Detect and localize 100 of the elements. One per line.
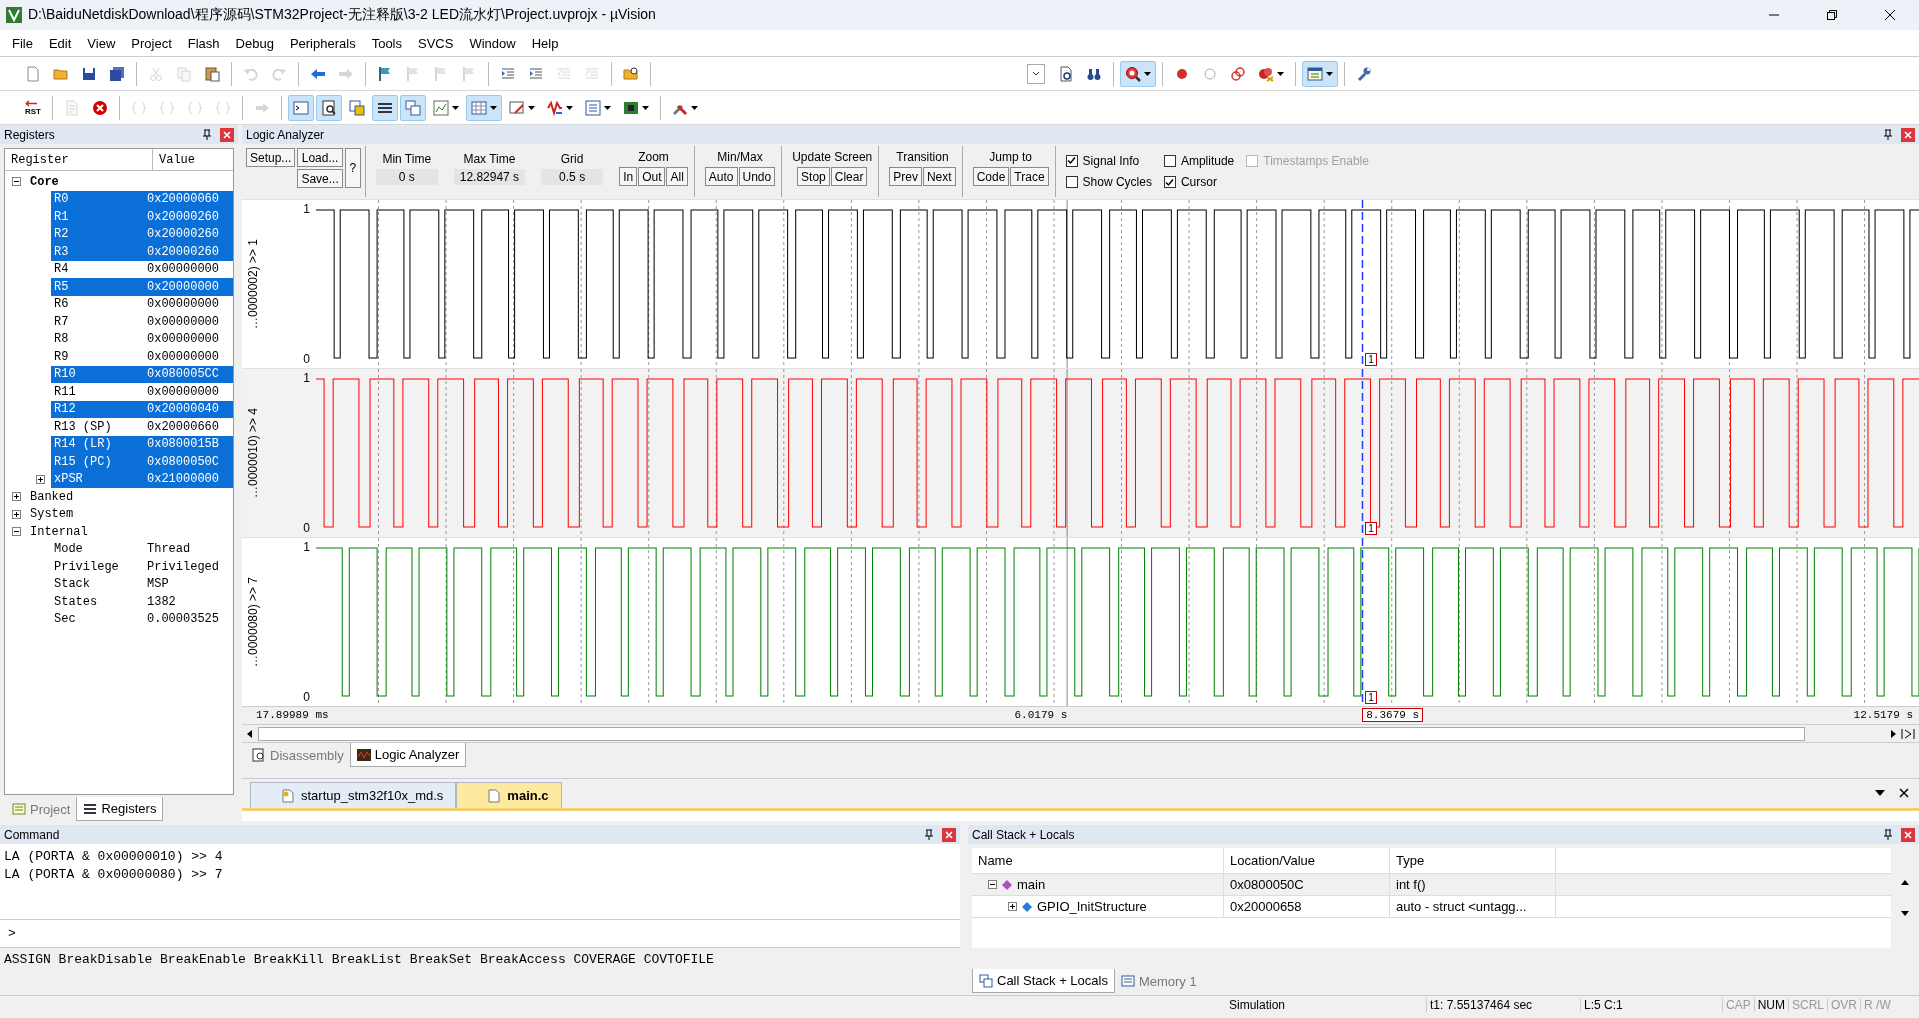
help-button[interactable]: ? <box>344 148 361 188</box>
register-name: Core <box>30 174 60 189</box>
register-name: R3 <box>54 244 70 259</box>
file-tab[interactable]: startup_stm32f10x_md.s <box>250 782 457 808</box>
time-label: 17.89989 ms <box>256 709 329 721</box>
column-header[interactable]: Value <box>153 149 201 170</box>
toolbar-button[interactable]: RST <box>20 94 46 121</box>
panel-tab[interactable]: Registers <box>76 797 164 821</box>
register-name: R12 <box>54 402 77 417</box>
menu-item[interactable]: View <box>79 35 124 51</box>
register-value: 0x00000000 <box>147 384 219 399</box>
menu-item[interactable]: Edit <box>40 35 80 51</box>
menu-item[interactable]: Debug <box>227 35 282 51</box>
field-label: Grid <box>560 152 584 166</box>
menu-item[interactable]: Window <box>461 35 524 51</box>
toolbar-button[interactable]: Trace <box>1010 167 1049 186</box>
toolbar-button[interactable]: Undo <box>738 167 776 186</box>
panel-tab[interactable]: Memory 1 <box>1114 969 1203 993</box>
register-name: R4 <box>54 262 70 277</box>
table-cell: 0x0800050C <box>1224 874 1390 896</box>
toolbar-button[interactable]: All <box>666 167 688 186</box>
checkbox[interactable]: Signal Info <box>1065 153 1152 168</box>
register-value: 0x0800015B <box>147 437 219 452</box>
load-button[interactable]: Load... <box>297 148 343 167</box>
register-value: 0x00000000 <box>147 262 219 277</box>
time-label: 12.5179 s <box>1853 709 1913 721</box>
column-header[interactable]: Register <box>5 149 153 170</box>
toolbar-button[interactable]: Stop <box>797 167 830 186</box>
menu-item[interactable]: Project <box>123 35 180 51</box>
toolbar-button[interactable]: Next <box>922 167 956 186</box>
axis-tick-label: 1 <box>303 371 310 385</box>
output-line: LA (PORTA & 0x00000080) >> 7 <box>4 866 224 884</box>
panel-tab[interactable]: Logic Analyzer <box>349 743 467 767</box>
register-value: 0x20000660 <box>147 419 219 434</box>
toolbar-button[interactable]: Out <box>638 167 666 186</box>
register-value: 0x00000000 <box>147 349 219 364</box>
group-label: Transition <box>896 150 949 164</box>
register-name: Sec <box>54 612 77 627</box>
menu-item[interactable]: SVCS <box>410 35 462 51</box>
register-value: 0x20000000 <box>147 279 219 294</box>
register-value: Privileged <box>147 559 219 574</box>
checkbox[interactable]: Amplitude <box>1163 153 1235 168</box>
register-value: 0x080005CC <box>147 367 219 382</box>
menu-item[interactable]: File <box>4 35 41 51</box>
cursor-time-label: 8.3679 s <box>1362 708 1424 722</box>
file-tab[interactable]: main.c <box>456 782 562 808</box>
checkbox[interactable]: Show Cycles <box>1065 175 1152 190</box>
toolbar-button[interactable]: Code <box>972 167 1010 186</box>
toolbar-button[interactable]: Auto <box>704 167 738 186</box>
register-name: R5 <box>54 279 70 294</box>
register-name: R8 <box>54 332 70 347</box>
register-value: 1382 <box>147 594 176 609</box>
toolbar-button[interactable]: Prev <box>889 167 922 186</box>
axis-tick-label: 1 <box>303 202 310 216</box>
status-text: L:5 C:1 <box>1580 997 1722 1012</box>
menu-item[interactable]: Flash <box>179 35 228 51</box>
setup-button[interactable]: Setup... <box>246 148 296 167</box>
field-label: Min Time <box>382 152 432 166</box>
status-text: t1: 7.55137464 sec <box>1426 997 1580 1012</box>
menu-item[interactable]: Tools <box>363 35 410 51</box>
readout-field: 12.82947 s <box>453 169 526 185</box>
register-value: 0x20000260 <box>147 227 219 242</box>
panel-tab[interactable]: Call Stack + Locals <box>972 969 1115 993</box>
group-label: Jump to <box>989 150 1032 164</box>
time-label: 6.0179 s <box>1014 709 1068 721</box>
axis-tick-label: 0 <box>303 521 310 535</box>
register-value: 0.00003525 <box>147 612 219 627</box>
panel-title: Call Stack + Locals <box>972 827 1075 842</box>
toolbar-button[interactable]: Clear <box>830 167 868 186</box>
table-cell: 0x20000658 <box>1224 896 1390 918</box>
axis-tick-label: 1 <box>303 540 310 554</box>
cursor-marker: 1 <box>1365 353 1377 366</box>
table-cell: main <box>972 874 1224 896</box>
group-label: Min/Max <box>717 150 763 164</box>
save-button[interactable]: Save... <box>297 169 343 188</box>
panel-tab[interactable]: Project <box>6 797 77 821</box>
group-label: Update Screen <box>792 150 873 164</box>
register-value: 0x20000060 <box>147 192 219 207</box>
toolbar-button[interactable]: In <box>619 167 638 186</box>
output-line: LA (PORTA & 0x00000010) >> 4 <box>4 848 224 866</box>
register-name: Mode <box>54 542 84 557</box>
register-name: R6 <box>54 297 70 312</box>
status-text: CAP <box>1722 997 1754 1012</box>
checkbox[interactable]: Cursor <box>1163 175 1235 190</box>
axis-tick-label: 0 <box>303 690 310 704</box>
table-cell: GPIO_InitStructure <box>972 896 1224 918</box>
reset-label: RST <box>25 106 41 116</box>
panel-tab[interactable]: Disassembly <box>246 743 350 767</box>
readout-field: 0 s <box>375 169 438 185</box>
menu-item[interactable]: Peripherals <box>281 35 364 51</box>
register-value: 0x00000000 <box>147 332 219 347</box>
register-name: R9 <box>54 349 70 364</box>
cursor-marker: 1 <box>1365 691 1377 704</box>
menu-item[interactable]: Help <box>523 35 567 51</box>
status-text: OVR <box>1827 997 1861 1012</box>
register-name: xPSR <box>54 472 84 487</box>
panel-title: Command <box>4 827 60 842</box>
register-value: 0x00000000 <box>147 314 219 329</box>
field-label: Max Time <box>463 152 516 166</box>
register-name: R13 (SP) <box>54 419 113 434</box>
